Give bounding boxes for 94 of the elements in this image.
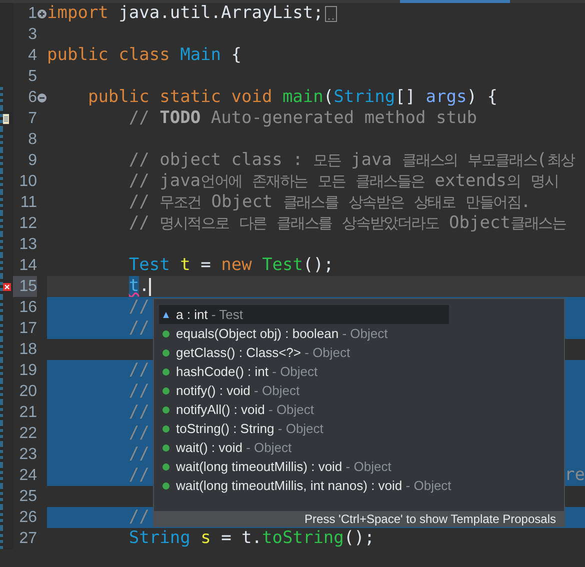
task-icon (3, 112, 9, 124)
method-icon (162, 444, 170, 452)
line-number: 14 (19, 256, 37, 276)
code-token: // (128, 108, 150, 129)
code-token: // (128, 402, 150, 423)
method-icon (162, 386, 170, 394)
line-number: 8 (28, 130, 37, 150)
line-number: 10 (19, 172, 37, 192)
code-token: Test (262, 255, 304, 276)
code-token: // (128, 507, 150, 528)
line-number: 18 (19, 340, 37, 360)
code-token: // (128, 318, 150, 339)
code-token: TODO (160, 108, 201, 129)
completion-item[interactable]: hashCode() : int - Object (159, 362, 449, 381)
footer-hint: Press 'Ctrl+Space' to show Template Proposals (304, 510, 556, 528)
line-number: 11 (20, 192, 37, 212)
line-number: 4 (28, 46, 37, 66)
line-number: 15 (19, 276, 37, 296)
code-token: = (200, 255, 211, 276)
line-number: 13 (19, 234, 37, 254)
code-token: // (128, 444, 150, 465)
line-number: 6 (28, 88, 37, 108)
code-token: re (564, 465, 585, 486)
completion-item[interactable]: wait(long timeoutMillis, int nanos) : void - Object (159, 476, 456, 495)
completion-item[interactable]: a : int - Test (159, 305, 449, 324)
method-icon (162, 348, 170, 356)
collapse-icon[interactable] (37, 92, 47, 102)
line-number: 21 (19, 402, 37, 422)
code-token: // (128, 360, 150, 381)
method-icon (162, 368, 170, 376)
expand-icon[interactable] (37, 8, 47, 18)
code-token: // (128, 423, 150, 444)
line-number: 26 (19, 508, 37, 528)
code-token: Test (128, 255, 170, 276)
code-token: String (128, 528, 190, 549)
folded-code-icon[interactable] (325, 4, 338, 22)
line-number: 25 (19, 486, 37, 506)
method-icon (162, 406, 170, 414)
method-icon (162, 482, 170, 490)
completion-item[interactable]: wait(long timeoutMillis) : void - Object (159, 457, 449, 476)
line-number: 1 (28, 4, 37, 24)
code-token: // object class : 모든 java 클래스의 부모클래스(최상 (128, 150, 574, 171)
code-token: ) { (466, 87, 498, 108)
code-token: t (180, 255, 190, 276)
code-token: String (334, 87, 396, 108)
completion-item[interactable]: notify() : void - Object (159, 381, 449, 400)
code-token: // (128, 297, 150, 318)
completion-item[interactable]: equals(Object obj) : boolean - Object (159, 324, 449, 343)
text-cursor (149, 278, 152, 296)
line-number: 7 (28, 108, 37, 128)
completion-item[interactable]: wait() : void - Object (159, 438, 449, 457)
line-number: 17 (19, 318, 37, 338)
line-number: 3 (28, 24, 37, 44)
line-number: 27 (19, 528, 37, 548)
code-token: // 명시적으로 다른 클래스를 상속받았더라도 Object클래스는 (128, 213, 566, 234)
code-token: { (231, 45, 242, 66)
line-number: 24 (19, 466, 37, 486)
error-icon (3, 282, 11, 290)
line-number: 22 (19, 424, 37, 444)
code-token: (); (344, 528, 375, 549)
code-token: = t. (221, 528, 262, 549)
code-token: // (128, 381, 150, 402)
code-token: Main (180, 45, 222, 66)
line-number: 5 (28, 66, 37, 86)
code-token: (); (303, 255, 334, 276)
code-token: . (139, 276, 150, 297)
line-number: 16 (19, 298, 37, 318)
method-icon (162, 424, 170, 432)
code-token: Auto-generated method stub (210, 108, 477, 129)
line-number: 9 (28, 150, 37, 170)
code-token: args (426, 87, 467, 108)
line-number: 23 (19, 444, 37, 464)
method-icon (162, 330, 170, 338)
line-number: 12 (19, 214, 37, 234)
code-token: // java언어에 존재하는 모든 클래스들은 extends의 명시 (128, 171, 558, 192)
code-token: s (200, 528, 211, 549)
code-token: toString (262, 528, 344, 549)
code-token: main (282, 87, 324, 108)
code-token: // 무조건 Object 클래스를 상속받은 상태로 만들어짐. (128, 192, 531, 213)
code-token: public static void (88, 87, 272, 108)
completion-item[interactable]: getClass() : Class<?> - Object (159, 343, 449, 362)
code-token: new (221, 255, 252, 276)
code-token: // (128, 465, 150, 486)
line-number: 20 (19, 382, 37, 402)
code-token: t (128, 276, 140, 297)
completion-item[interactable]: toString() : String - Object (159, 419, 449, 438)
code-token: java.util.ArrayList; (118, 3, 324, 24)
code-token: [] (395, 87, 416, 108)
line-number: 19 (19, 360, 37, 380)
code-token: public class (47, 45, 170, 66)
code-token: import (47, 3, 108, 24)
code-token: ( (323, 87, 334, 108)
completion-item[interactable]: notifyAll() : void - Object (159, 400, 449, 419)
method-icon (162, 462, 170, 470)
